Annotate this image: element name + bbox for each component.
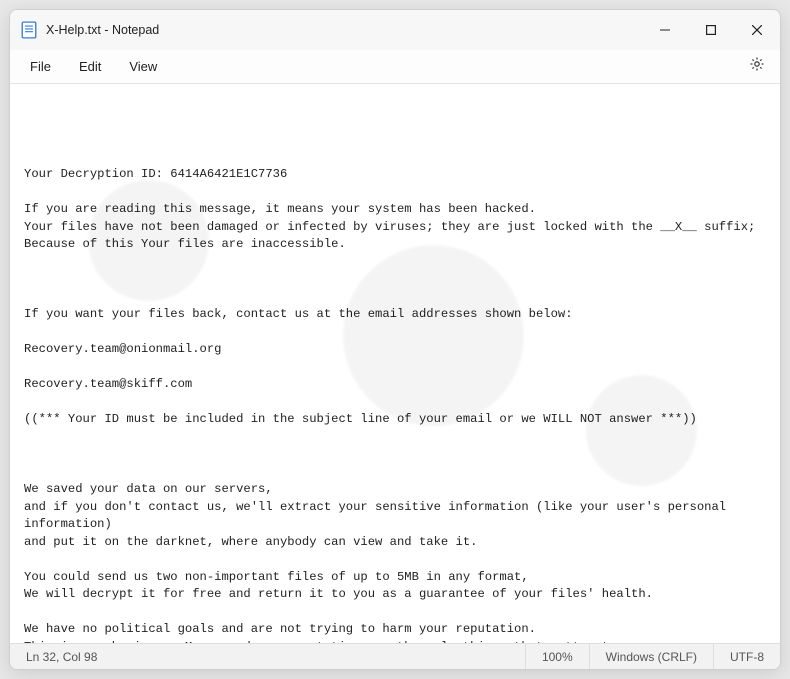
text-line: This is our business. Money and our repu… [24,639,766,644]
text-line [24,604,766,622]
text-line: Recovery.team@skiff.com [24,376,766,394]
text-line: If you are reading this message, it mean… [24,201,766,219]
text-line: If you want your files back, contact us … [24,306,766,324]
settings-button[interactable] [740,53,774,81]
status-cursor-position: Ln 32, Col 98 [10,644,113,669]
minimize-button[interactable] [642,10,688,50]
text-line: We will decrypt it for free and return i… [24,586,766,604]
text-line: We saved your data on our servers, [24,481,766,499]
close-button[interactable] [734,10,780,50]
window-controls [642,10,780,50]
status-line-ending: Windows (CRLF) [589,644,713,669]
text-editor[interactable]: Your Decryption ID: 6414A6421E1C7736 If y… [10,84,780,643]
status-zoom[interactable]: 100% [525,644,589,669]
menubar: File Edit View [10,50,780,84]
text-line [24,446,766,464]
text-line: Because of this Your files are inaccessi… [24,236,766,254]
notepad-icon [20,21,38,39]
menu-file[interactable]: File [16,53,65,80]
text-line [24,464,766,482]
text-line: Your Decryption ID: 6414A6421E1C7736 [24,166,766,184]
text-line: You could send us two non-important file… [24,569,766,587]
text-line: We have no political goals and are not t… [24,621,766,639]
status-encoding: UTF-8 [713,644,780,669]
window-title: X-Help.txt - Notepad [46,23,159,37]
menu-view[interactable]: View [115,53,171,80]
text-line [24,289,766,307]
text-line [24,394,766,412]
statusbar: Ln 32, Col 98 100% Windows (CRLF) UTF-8 [10,643,780,669]
gear-icon [749,56,765,77]
text-line: and if you don't contact us, we'll extra… [24,499,766,534]
text-line [24,429,766,447]
text-line [24,324,766,342]
text-line: ((*** Your ID must be included in the su… [24,411,766,429]
maximize-button[interactable] [688,10,734,50]
text-line [24,359,766,377]
text-line: and put it on the darknet, where anybody… [24,534,766,552]
text-line [24,551,766,569]
notepad-window: X-Help.txt - Notepad File Edit View [9,9,781,670]
text-line: Recovery.team@onionmail.org [24,341,766,359]
titlebar[interactable]: X-Help.txt - Notepad [10,10,780,50]
text-line [24,254,766,272]
text-line: Your files have not been damaged or infe… [24,219,766,237]
menu-edit[interactable]: Edit [65,53,115,80]
text-line [24,149,766,167]
text-line [24,184,766,202]
text-line [24,271,766,289]
